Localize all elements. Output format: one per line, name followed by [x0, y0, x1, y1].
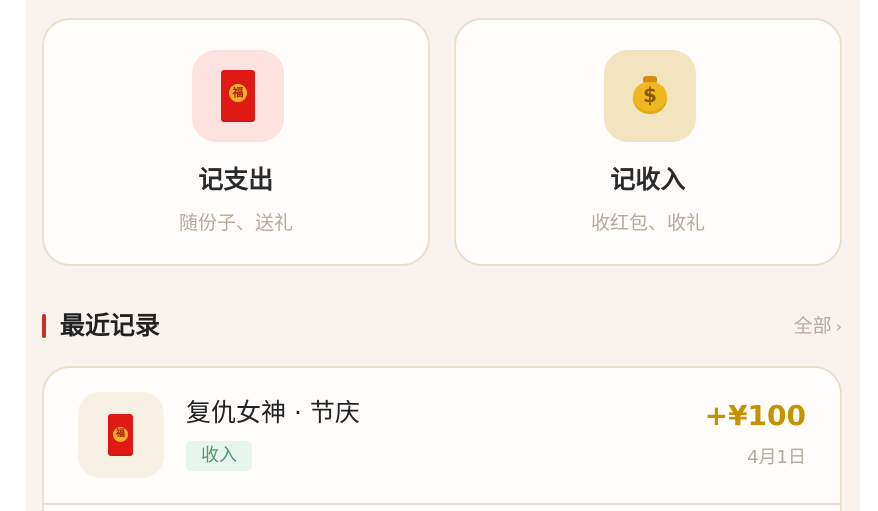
record-icon-tile: 福 — [78, 392, 164, 478]
record-date: 4月1日 — [747, 447, 806, 468]
see-all-label: 全部 — [793, 315, 832, 337]
see-all-link[interactable]: 全部 › — [794, 306, 842, 346]
dollar-symbol: $ — [643, 83, 657, 107]
money-bag-icon: $ — [631, 72, 669, 116]
record-divider — [44, 503, 840, 505]
quick-actions: 福 记支出 随份子、送礼 $ 记收入 收红包、收礼 — [42, 18, 842, 266]
income-tag: 收入 — [186, 441, 252, 471]
red-envelope-icon: 福 — [108, 414, 133, 456]
expense-icon-tile: 福 — [192, 50, 284, 142]
section-accent-bar — [42, 314, 46, 338]
chevron-right-icon: › — [835, 317, 842, 336]
recent-records-list: 福 复仇女神 · 节庆 收入 +¥100 4月1日 — [42, 366, 842, 511]
page: 福 记支出 随份子、送礼 $ 记收入 收红包、收礼 最近记录 全部 › 福 复仇… — [0, 0, 878, 511]
record-item[interactable]: 福 复仇女神 · 节庆 收入 +¥100 4月1日 — [44, 368, 840, 505]
record-amount: +¥100 — [704, 399, 806, 432]
expense-card-title: 记支出 — [198, 165, 274, 194]
recent-records-header: 最近记录 全部 › — [42, 306, 842, 346]
income-card-title: 记收入 — [610, 165, 686, 194]
recent-records-title: 最近记录 — [60, 311, 161, 340]
red-envelope-icon: 福 — [221, 70, 255, 122]
record-income-card[interactable]: $ 记收入 收红包、收礼 — [454, 18, 842, 266]
fu-symbol: 福 — [115, 429, 125, 439]
expense-card-subtitle: 随份子、送礼 — [178, 212, 293, 234]
fu-symbol: 福 — [232, 86, 244, 99]
record-title: 复仇女神 · 节庆 — [186, 398, 360, 427]
income-card-subtitle: 收红包、收礼 — [590, 212, 705, 234]
record-expense-card[interactable]: 福 记支出 随份子、送礼 — [42, 18, 430, 266]
income-icon-tile: $ — [604, 50, 696, 142]
